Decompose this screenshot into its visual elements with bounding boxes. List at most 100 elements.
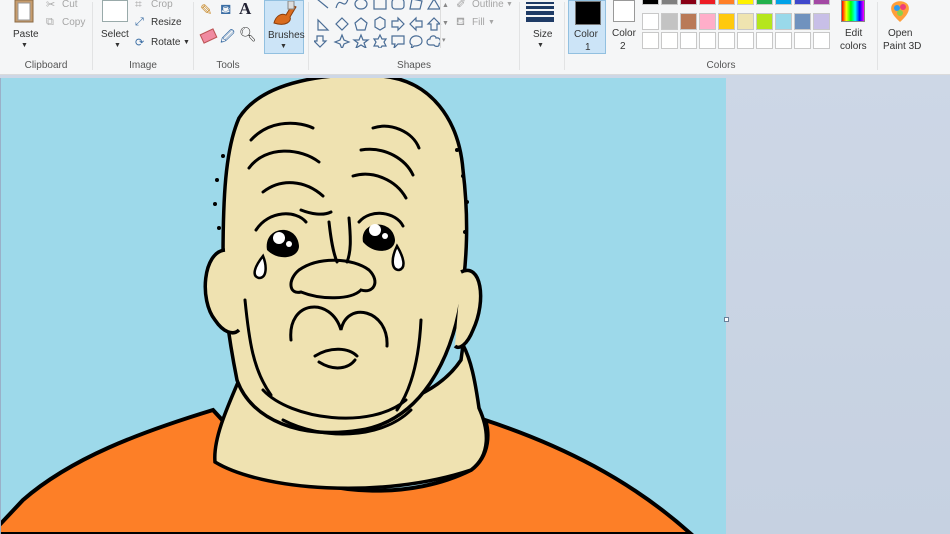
palette-swatch[interactable] xyxy=(661,13,678,30)
size-label: Size xyxy=(533,29,553,40)
color1-button[interactable]: Color 1 xyxy=(568,0,606,54)
right-arrow-shape-icon[interactable] xyxy=(391,16,405,32)
palette-swatch[interactable] xyxy=(661,0,678,5)
callout-rectangle-shape-icon[interactable] xyxy=(391,35,405,48)
canvas-resize-handle[interactable] xyxy=(724,317,729,322)
color1-label-line2: 1 xyxy=(585,42,591,53)
palette-swatch[interactable] xyxy=(680,0,697,5)
open-paint3d-label-line2: Paint 3D xyxy=(883,41,922,52)
pentagon-shape-icon[interactable] xyxy=(354,17,368,31)
outline-button[interactable]: ✐ Outline ▼ xyxy=(454,0,516,12)
color1-swatch xyxy=(575,1,601,25)
magnifier-icon[interactable]: 🔍︎ xyxy=(239,26,257,43)
rectangle-shape-icon[interactable] xyxy=(373,0,387,10)
diamond-shape-icon[interactable] xyxy=(335,17,349,31)
select-button[interactable]: Select ▼ xyxy=(99,0,139,54)
palette-swatch[interactable] xyxy=(642,13,659,30)
triangle-shape-icon[interactable] xyxy=(426,0,442,10)
copy-label: Copy xyxy=(62,17,86,28)
copy-button[interactable]: ⧉ Copy xyxy=(46,16,88,30)
palette-swatch[interactable] xyxy=(718,0,735,5)
pencil-icon[interactable]: ✎ xyxy=(200,1,213,19)
fill-button[interactable]: ⛾ Fill ▼ xyxy=(454,16,516,30)
paste-dropdown-icon[interactable]: ▼ xyxy=(21,42,28,49)
five-point-star-shape-icon[interactable] xyxy=(352,33,370,48)
right-triangle-shape-icon[interactable] xyxy=(317,18,330,31)
size-button[interactable]: Size ▼ xyxy=(523,0,559,54)
palette-swatch[interactable] xyxy=(737,13,754,30)
scroll-down-icon[interactable]: ▼ xyxy=(442,20,449,27)
four-point-star-shape-icon[interactable] xyxy=(333,33,351,48)
color2-button[interactable]: Color 2 xyxy=(607,0,643,54)
shapes-expand-icon[interactable]: ▾ xyxy=(442,36,446,44)
color-picker-icon[interactable]: 🖉 xyxy=(220,26,235,50)
rounded-rectangle-shape-icon[interactable] xyxy=(391,0,405,10)
scroll-up-icon[interactable]: ▲ xyxy=(442,2,449,9)
up-arrow-shape-icon[interactable] xyxy=(426,17,442,31)
line-shape-icon[interactable] xyxy=(317,0,329,9)
open-paint3d-label-line1: Open xyxy=(888,28,913,39)
palette-swatch[interactable] xyxy=(699,0,716,5)
palette-swatch[interactable] xyxy=(756,0,773,5)
rotate-icon: ⟳ xyxy=(135,37,145,49)
palette-swatch[interactable] xyxy=(794,0,811,5)
clipboard-group-label: Clipboard xyxy=(24,60,68,71)
palette-swatch[interactable] xyxy=(680,13,697,30)
canvas-workspace xyxy=(0,75,950,534)
palette-swatch[interactable] xyxy=(813,0,830,5)
callout-oval-shape-icon[interactable] xyxy=(409,35,423,48)
palette-empty-swatch[interactable] xyxy=(813,32,830,49)
palette-swatch[interactable] xyxy=(642,0,659,5)
text-icon[interactable]: A xyxy=(239,0,251,19)
cut-label: Cut xyxy=(62,0,78,10)
palette-swatch[interactable] xyxy=(775,13,792,30)
size-dropdown-icon[interactable]: ▼ xyxy=(537,42,544,49)
palette-swatch[interactable] xyxy=(813,13,830,30)
callout-cloud-shape-icon[interactable] xyxy=(426,35,442,47)
resize-button[interactable]: ⤢ Resize xyxy=(135,16,191,30)
select-dropdown-icon[interactable]: ▼ xyxy=(114,42,121,49)
cut-button[interactable]: ✂ Cut xyxy=(46,0,88,12)
palette-empty-swatch[interactable] xyxy=(642,32,659,49)
palette-empty-swatch[interactable] xyxy=(718,32,735,49)
rotate-button[interactable]: ⟳ Rotate ▼ xyxy=(135,36,191,50)
palette-empty-swatch[interactable] xyxy=(775,32,792,49)
palette-swatch[interactable] xyxy=(718,13,735,30)
edit-colors-button[interactable]: Edit colors xyxy=(835,0,871,54)
brushes-button[interactable]: Brushes ▼ xyxy=(264,0,305,54)
left-arrow-shape-icon[interactable] xyxy=(409,16,423,32)
down-arrow-shape-icon[interactable] xyxy=(314,35,328,48)
fill-bucket-icon[interactable]: ⛾ xyxy=(220,1,231,20)
palette-swatch[interactable] xyxy=(699,13,716,30)
hexagon-shape-icon[interactable] xyxy=(374,16,386,31)
oval-shape-icon[interactable] xyxy=(354,0,368,10)
palette-swatch[interactable] xyxy=(775,0,792,5)
palette-swatch[interactable] xyxy=(756,13,773,30)
palette-empty-swatch[interactable] xyxy=(756,32,773,49)
palette-empty-swatch[interactable] xyxy=(699,32,716,49)
six-point-star-shape-icon[interactable] xyxy=(372,33,388,48)
open-paint3d-button[interactable]: Open Paint 3D xyxy=(880,0,922,54)
palette-empty-swatch[interactable] xyxy=(661,32,678,49)
palette-empty-swatch[interactable] xyxy=(737,32,754,49)
rotate-dropdown-icon[interactable]: ▼ xyxy=(183,39,190,46)
head xyxy=(203,78,483,435)
polygon-shape-icon[interactable] xyxy=(409,0,423,10)
outline-label: Outline xyxy=(472,0,504,10)
shapes-scrollbar[interactable]: ▲ ▼ ▾ xyxy=(440,0,449,48)
crop-button[interactable]: ⌗ Crop xyxy=(135,0,191,12)
curve-shape-icon[interactable] xyxy=(335,0,349,9)
brushes-dropdown-icon[interactable]: ▼ xyxy=(280,43,287,50)
eraser-icon[interactable] xyxy=(199,28,218,44)
palette-empty-swatch[interactable] xyxy=(680,32,697,49)
palette-swatch[interactable] xyxy=(794,13,811,30)
palette-empty-swatch[interactable] xyxy=(794,32,811,49)
outline-dropdown-icon[interactable]: ▼ xyxy=(506,1,513,8)
palette-swatch[interactable] xyxy=(737,0,754,5)
fill-dropdown-icon[interactable]: ▼ xyxy=(488,19,495,26)
paste-button[interactable]: Paste ▼ xyxy=(6,0,42,54)
paste-label: Paste xyxy=(13,29,39,40)
drawing-canvas[interactable] xyxy=(0,78,726,534)
shapes-gallery[interactable] xyxy=(314,0,450,48)
select-rectangle-icon xyxy=(102,0,128,22)
